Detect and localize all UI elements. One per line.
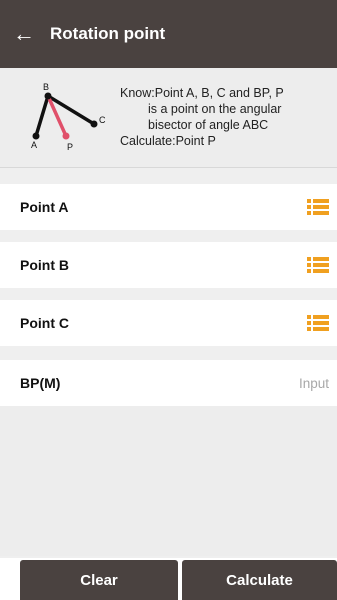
point-p-dot: [62, 132, 70, 140]
point-b-dot: [44, 92, 52, 100]
empty-area: [0, 406, 337, 556]
info-line-4: Calculate:Point P: [120, 134, 216, 148]
info-line-3: bisector of angle ABC: [148, 118, 269, 132]
info-line-1: Know:Point A, B, C and BP, P: [120, 86, 284, 100]
arrow-left-icon: ←: [13, 21, 35, 46]
info-panel: B A C P Know:Point A, B, C and BP, P is …: [0, 68, 337, 168]
problem-description: Know:Point A, B, C and BP, P is a point …: [120, 85, 332, 149]
info-line-2: is a point on the angular: [148, 102, 282, 116]
bp-row: BP(M): [0, 360, 337, 406]
label-c: C: [99, 115, 106, 125]
label-b: B: [43, 82, 49, 92]
point-a-dot: [32, 132, 40, 140]
list-icon[interactable]: [305, 252, 331, 278]
back-button[interactable]: ←: [2, 0, 46, 68]
title-bar: ← Rotation point: [0, 0, 337, 68]
point-c-row[interactable]: Point C: [0, 300, 337, 346]
label-p: P: [67, 142, 73, 152]
point-a-label: Point A: [20, 199, 69, 215]
point-b-label: Point B: [20, 257, 69, 273]
point-b-row[interactable]: Point B: [0, 242, 337, 288]
list-icon[interactable]: [305, 194, 331, 220]
line-ba: [34, 94, 50, 138]
bp-input[interactable]: [179, 375, 329, 391]
list-icon[interactable]: [305, 310, 331, 336]
label-a: A: [31, 140, 37, 150]
bisector-diagram: B A C P: [31, 82, 106, 152]
page-title: Rotation point: [50, 24, 166, 43]
calculate-button[interactable]: Calculate: [182, 560, 337, 600]
point-c-dot: [90, 120, 98, 128]
point-a-row[interactable]: Point A: [0, 184, 337, 230]
action-bar: Clear Calculate: [0, 558, 337, 600]
point-c-label: Point C: [20, 315, 69, 331]
clear-button[interactable]: Clear: [20, 560, 178, 600]
bp-label: BP(M): [20, 375, 61, 391]
